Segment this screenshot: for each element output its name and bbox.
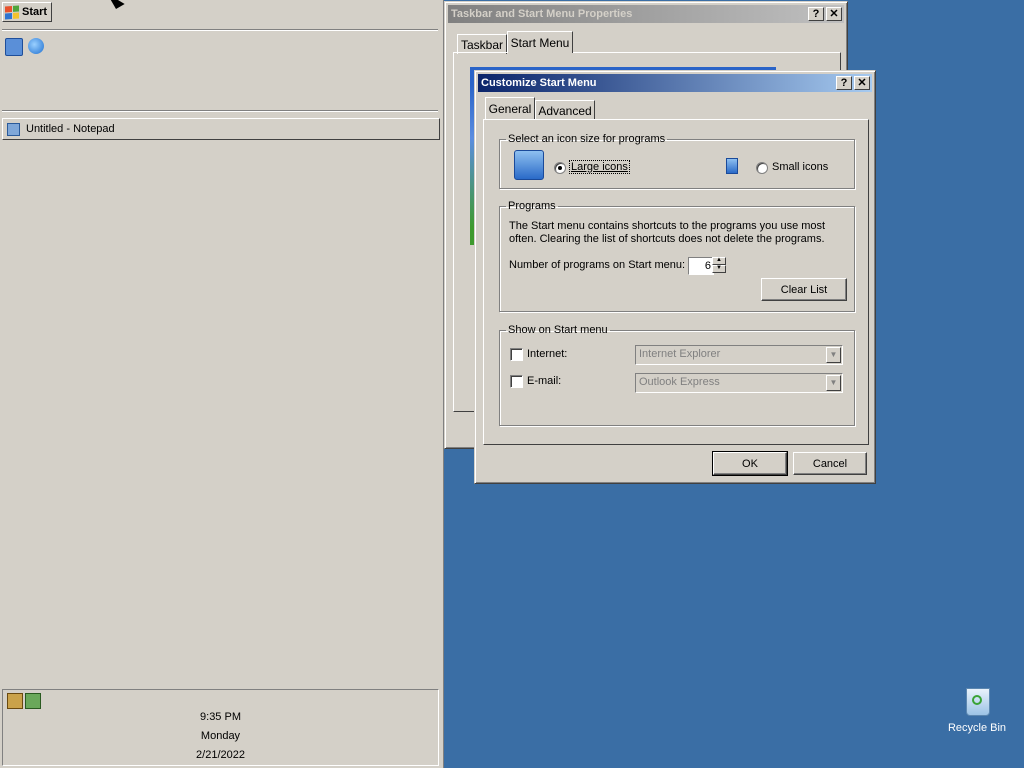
clock-date: 2/21/2022	[196, 749, 245, 761]
large-icons-radio[interactable]	[554, 162, 566, 174]
quick-launch-separator	[2, 110, 438, 112]
recycle-bin-icon[interactable]	[962, 686, 992, 716]
internet-explorer-icon[interactable]	[28, 38, 44, 54]
tab-start-menu[interactable]: Start Menu	[507, 31, 573, 53]
programs-legend: Programs	[508, 200, 556, 212]
titlebar: Taskbar and Start Menu Properties ? ✕	[448, 5, 844, 23]
window-title: Taskbar and Start Menu Properties	[451, 8, 633, 20]
internet-checkbox[interactable]	[510, 348, 523, 361]
chevron-down-icon[interactable]: ▼	[826, 375, 841, 391]
notepad-icon	[7, 122, 20, 136]
small-icons-label[interactable]: Small icons	[772, 161, 828, 173]
windows-logo-icon	[5, 5, 19, 19]
close-button[interactable]: ✕	[826, 7, 842, 21]
tab-taskbar[interactable]: Taskbar	[457, 34, 507, 54]
chevron-down-icon[interactable]: ▼	[826, 347, 841, 363]
small-icons-icon	[726, 158, 738, 174]
general-panel: Select an icon size for programs Large i…	[483, 119, 869, 445]
clear-list-button[interactable]: Clear List	[761, 278, 847, 301]
start-button[interactable]: Start	[2, 2, 52, 22]
taskbar: Start Untitled - Notepad 9:35 PM Monday …	[0, 0, 444, 768]
task-button-notepad[interactable]: Untitled - Notepad	[2, 118, 440, 140]
ok-button[interactable]: OK	[712, 451, 788, 476]
dialog-title: Customize Start Menu	[481, 77, 597, 89]
email-checkbox[interactable]	[510, 375, 523, 388]
internet-select[interactable]: Internet Explorer ▼	[635, 345, 843, 365]
email-select[interactable]: Outlook Express ▼	[635, 373, 843, 393]
help-button[interactable]: ?	[836, 76, 852, 90]
clock-time[interactable]: 9:35 PM	[3, 711, 438, 723]
task-label: Untitled - Notepad	[26, 123, 115, 135]
spin-up-button[interactable]: ▲	[712, 257, 726, 265]
small-icons-radio[interactable]	[756, 162, 768, 174]
system-tray: 9:35 PM Monday 2/21/2022	[2, 689, 439, 766]
large-icons-label[interactable]: Large icons	[569, 160, 630, 174]
internet-select-value: Internet Explorer	[639, 348, 721, 360]
icon-size-legend: Select an icon size for programs	[508, 133, 666, 145]
large-icons-icon	[514, 150, 544, 180]
programs-description: The Start menu contains shortcuts to the…	[509, 220, 826, 245]
taskbar-separator	[2, 29, 438, 31]
tab-general[interactable]: General	[485, 97, 535, 119]
spin-down-button[interactable]: ▼	[712, 265, 726, 273]
show-desktop-icon[interactable]	[5, 38, 23, 56]
program-count-input[interactable]: 6	[688, 257, 714, 275]
help-button[interactable]: ?	[808, 7, 824, 21]
clock-day: Monday	[200, 730, 241, 742]
titlebar: Customize Start Menu ? ✕	[478, 74, 872, 92]
customize-start-menu-dialog: Customize Start Menu ? ✕ General Advance…	[474, 70, 876, 484]
start-label: Start	[22, 6, 48, 18]
email-select-value: Outlook Express	[639, 376, 720, 388]
tray-network-icon[interactable]	[7, 693, 23, 709]
cancel-button[interactable]: Cancel	[793, 452, 867, 475]
close-button[interactable]: ✕	[854, 76, 870, 90]
tray-update-icon[interactable]	[25, 693, 41, 709]
internet-label[interactable]: Internet:	[527, 348, 567, 360]
show-legend: Show on Start menu	[508, 324, 608, 336]
email-label[interactable]: E-mail:	[527, 375, 561, 387]
recycle-bin-label[interactable]: Recycle Bin	[942, 722, 1012, 734]
program-count-label: Number of programs on Start menu:	[509, 259, 686, 271]
tab-advanced[interactable]: Advanced	[535, 100, 595, 120]
